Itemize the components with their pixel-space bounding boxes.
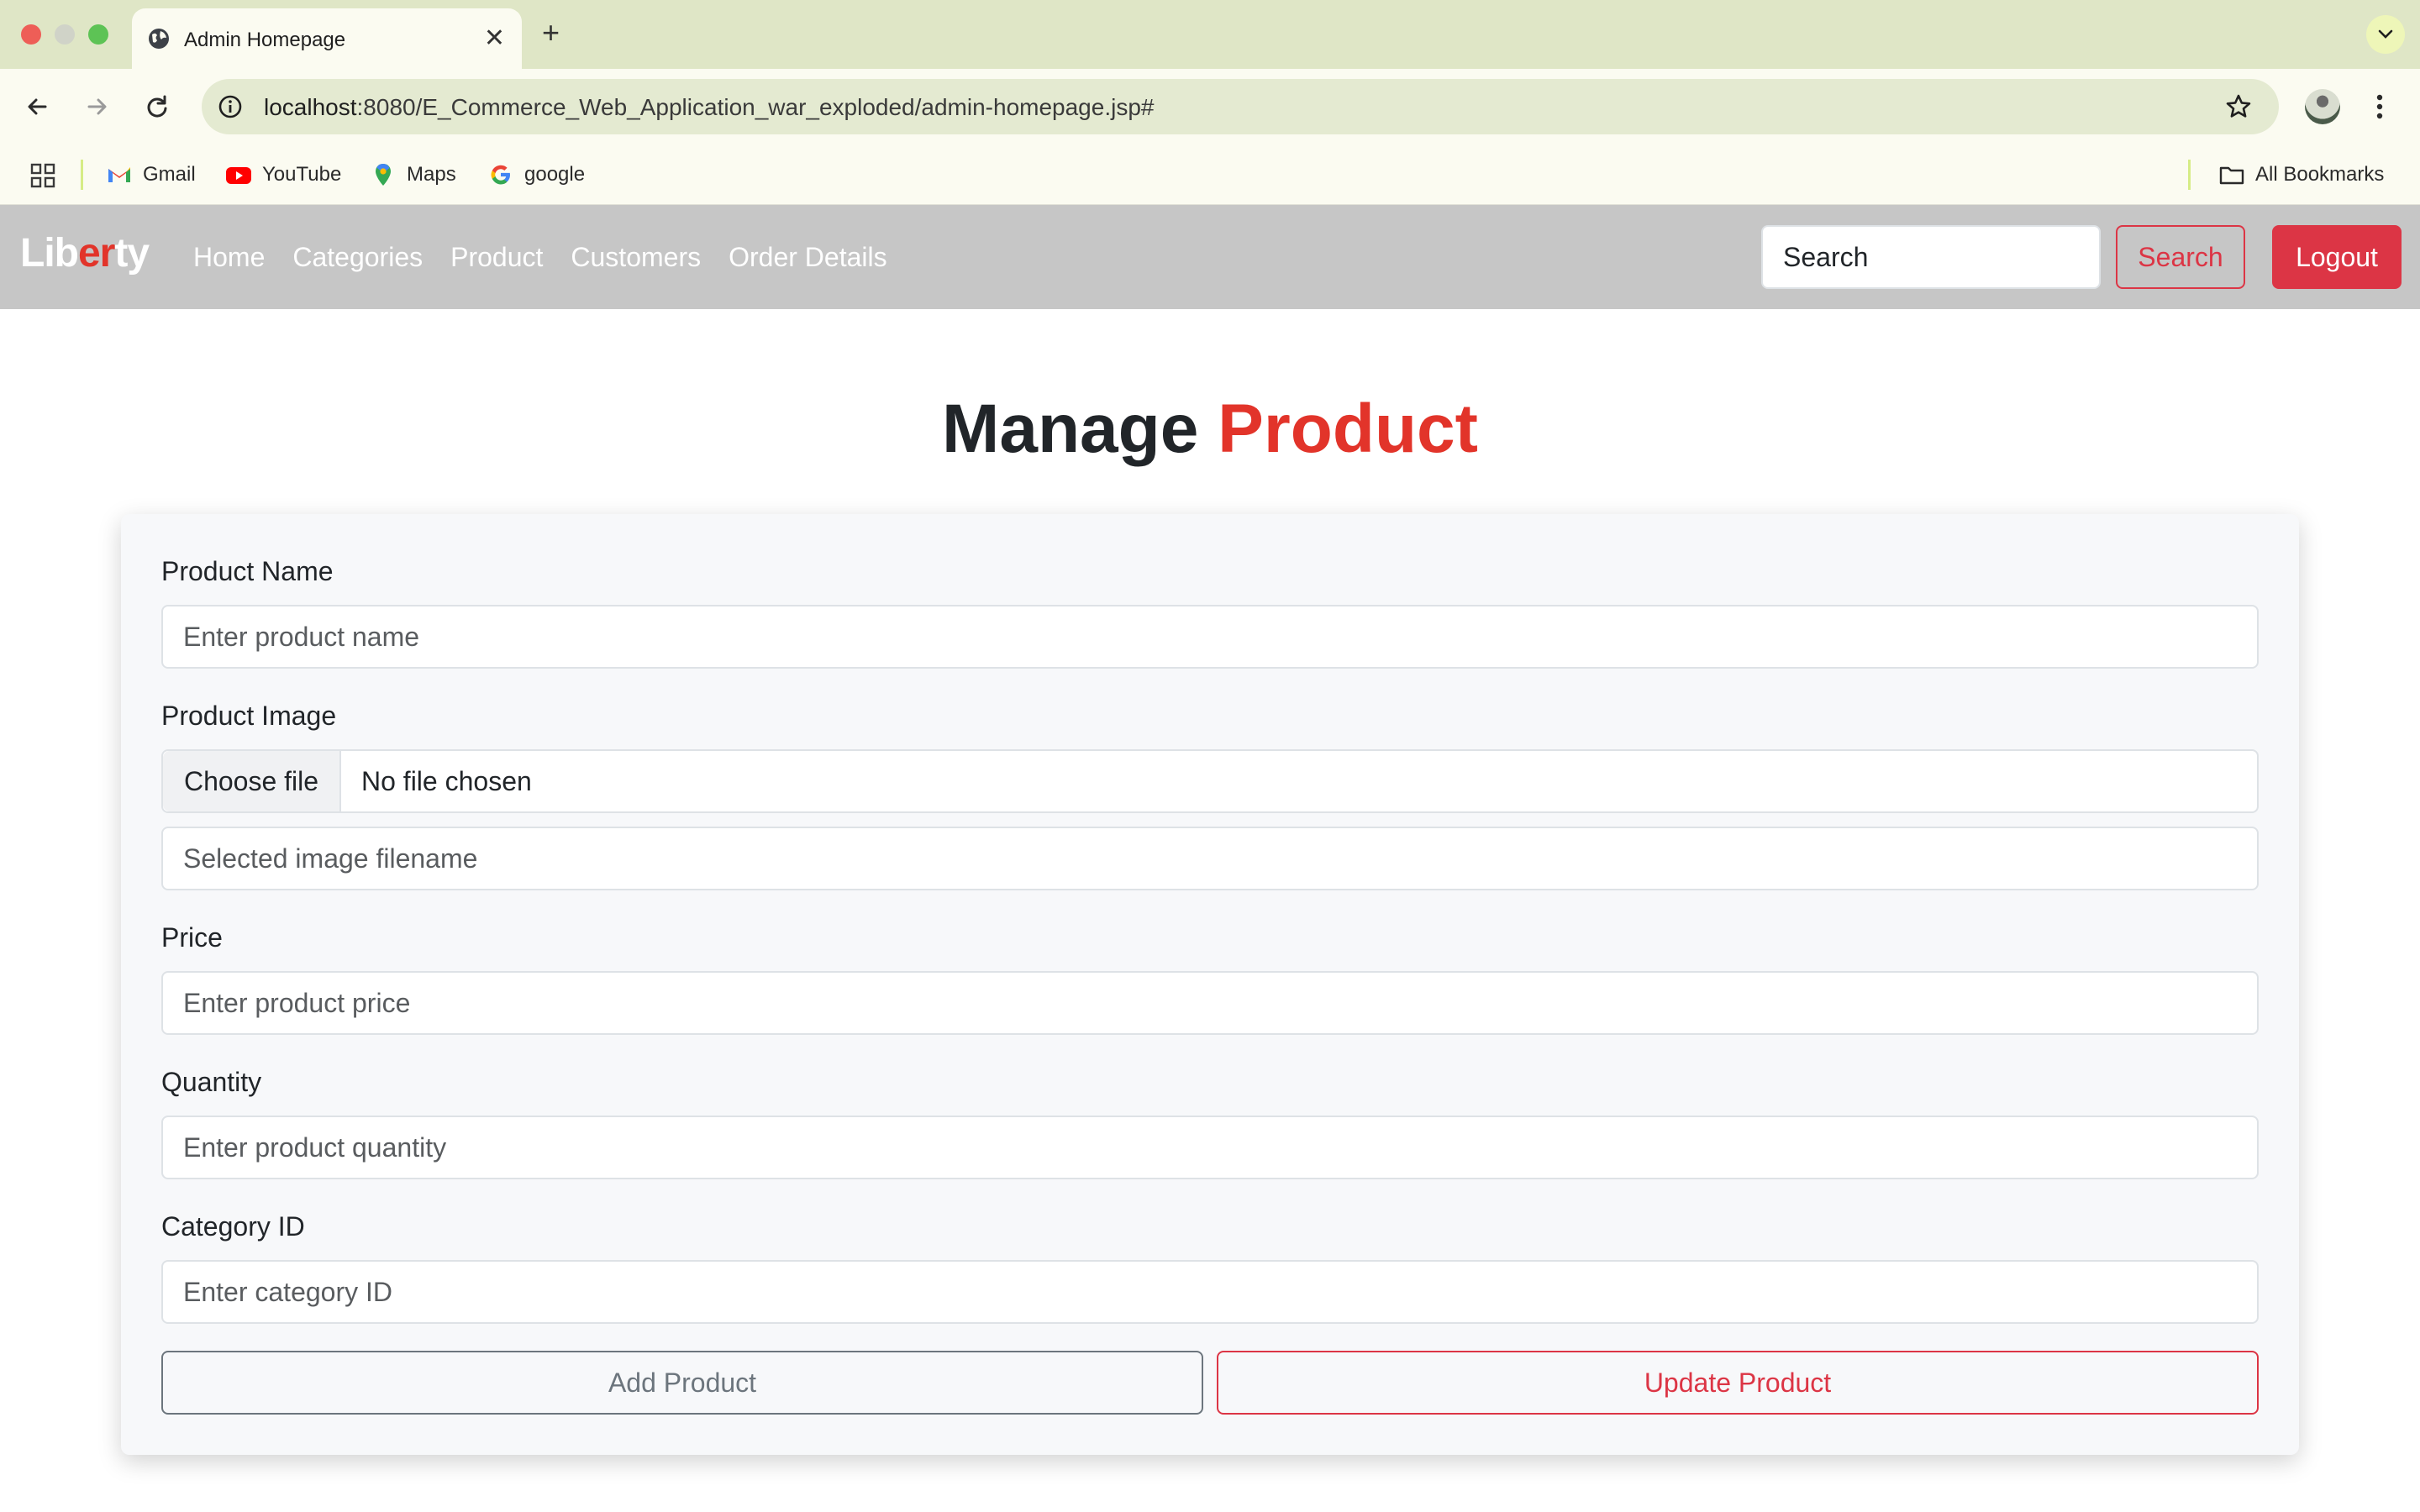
product-image-file-input[interactable]: Choose file No file chosen [161, 749, 2259, 813]
all-bookmarks-label: All Bookmarks [2255, 163, 2385, 186]
tab-title: Admin Homepage [184, 29, 346, 51]
url-host: localhost [264, 94, 357, 120]
quantity-input[interactable] [161, 1116, 2259, 1179]
browser-tab[interactable]: Admin Homepage ✕ [132, 8, 522, 69]
nav-link-home[interactable]: Home [193, 242, 265, 273]
bookmark-youtube[interactable]: YouTube [225, 161, 341, 188]
close-tab-icon[interactable]: ✕ [484, 24, 505, 54]
window-close-button[interactable] [21, 24, 41, 45]
bookmark-star-icon[interactable] [2223, 92, 2254, 122]
forward-arrow-icon[interactable] [79, 89, 114, 124]
product-image-label: Product Image [161, 701, 337, 731]
update-product-button[interactable]: Update Product [1217, 1351, 2259, 1415]
back-arrow-icon[interactable] [20, 89, 55, 124]
nav-link-customers[interactable]: Customers [571, 242, 701, 273]
globe-icon [147, 27, 171, 50]
product-name-label: Product Name [161, 556, 334, 586]
nav-link-categories[interactable]: Categories [292, 242, 423, 273]
address-bar[interactable]: localhost:8080/E_Commerce_Web_Applicatio… [202, 79, 2279, 134]
nav-link-order-details[interactable]: Order Details [729, 242, 887, 273]
bookmark-label: Gmail [143, 163, 196, 186]
category-id-label: Category ID [161, 1211, 305, 1242]
logout-button[interactable]: Logout [2272, 225, 2402, 289]
price-input[interactable] [161, 971, 2259, 1035]
page-title-accent: Product [1218, 391, 1478, 467]
profile-avatar[interactable] [2305, 89, 2340, 124]
site-info-icon[interactable] [217, 93, 244, 120]
nav-links: Home Categories Product Customers Order … [193, 242, 887, 273]
file-status-text: No file chosen [361, 765, 532, 796]
price-label: Price [161, 922, 223, 953]
bookmark-google[interactable]: google [487, 161, 585, 188]
choose-file-button[interactable]: Choose file [163, 751, 341, 811]
brand-text-end: ty [114, 231, 150, 276]
nav-link-product[interactable]: Product [450, 242, 543, 273]
brand-text-start: Lib [20, 231, 79, 276]
app-navbar: Liberty Home Categories Product Customer… [0, 205, 2420, 309]
search-input[interactable] [1761, 225, 2101, 289]
bookmark-label: google [524, 163, 586, 186]
tab-search-button[interactable] [2366, 15, 2405, 54]
bookmark-gmail[interactable]: Gmail [106, 161, 196, 188]
manage-product-form: Product Name Product Image Choose file N… [121, 514, 2299, 1455]
folder-icon [2218, 161, 2245, 188]
bookmarks-separator [2188, 160, 2191, 190]
google-icon [487, 161, 514, 188]
brand-logo[interactable]: Liberty [20, 230, 150, 276]
brand-text-accent: er [77, 231, 115, 276]
url-path: :8080/E_Commerce_Web_Application_war_exp… [356, 94, 1155, 120]
reload-icon[interactable] [139, 89, 175, 124]
page-title-main: Manage [942, 391, 1199, 467]
bookmark-maps[interactable]: Maps [370, 161, 456, 188]
youtube-icon [225, 161, 252, 188]
maps-icon [370, 161, 397, 188]
page-title: Manage Product [0, 390, 2420, 469]
bookmark-label: YouTube [262, 163, 342, 186]
product-name-input[interactable] [161, 605, 2259, 669]
browser-toolbar: localhost:8080/E_Commerce_Web_Applicatio… [0, 69, 2420, 144]
quantity-label: Quantity [161, 1067, 262, 1097]
url-text[interactable]: localhost:8080/E_Commerce_Web_Applicatio… [264, 94, 1154, 121]
browser-tab-bar: Admin Homepage ✕ + [0, 0, 2420, 69]
bookmarks-separator [81, 160, 83, 190]
search-button[interactable]: Search [2116, 225, 2245, 289]
image-filename-input[interactable] [161, 827, 2259, 890]
category-id-input[interactable] [161, 1260, 2259, 1324]
window-minimize-button[interactable] [55, 24, 75, 45]
gmail-icon [106, 161, 133, 188]
new-tab-button[interactable]: + [542, 15, 560, 50]
chevron-down-icon [2378, 29, 2393, 39]
all-bookmarks-button[interactable]: All Bookmarks [2218, 161, 2384, 188]
bookmark-label: Maps [407, 163, 456, 186]
add-product-button[interactable]: Add Product [161, 1351, 1203, 1415]
apps-grid-icon[interactable] [30, 163, 55, 188]
window-maximize-button[interactable] [88, 24, 108, 45]
bookmarks-bar: Gmail YouTube Maps google All Bookmarks [0, 144, 2420, 205]
more-menu-icon[interactable] [2371, 87, 2388, 126]
